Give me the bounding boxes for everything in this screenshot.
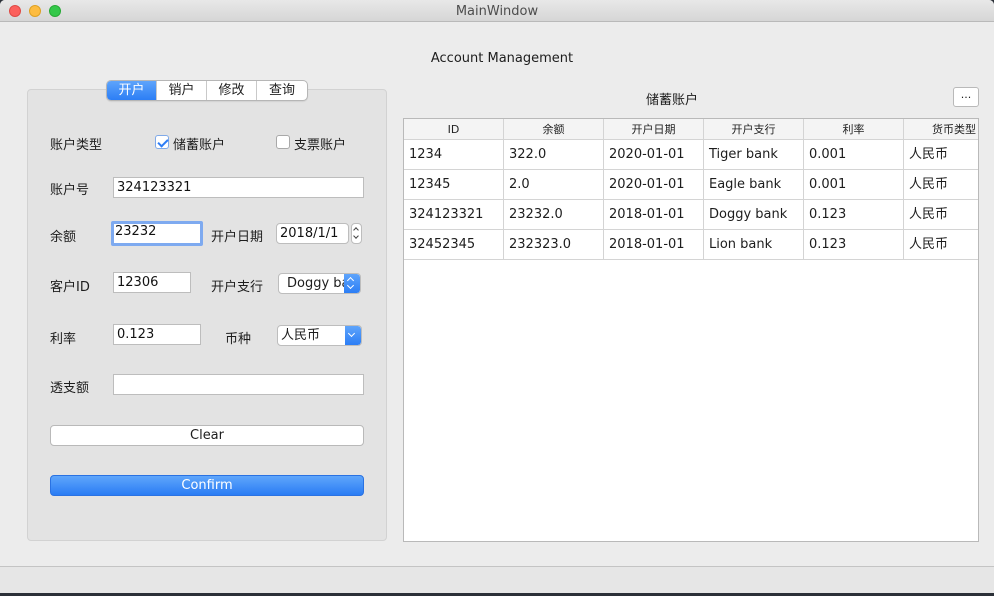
tab-modify[interactable]: 修改 [207,81,257,100]
table-cell[interactable]: Tiger bank [704,140,804,169]
tab-open-account[interactable]: 开户 [107,81,157,100]
chevron-down-icon [345,326,361,345]
account-type-label: 账户类型 [50,138,103,153]
table-row[interactable]: 32452345 232323.0 2018-01-01 Lion bank 0… [404,230,978,260]
more-button[interactable]: ... [953,87,979,107]
table-cell[interactable]: 2018-01-01 [604,230,704,259]
balance-label: 余额 [50,230,77,245]
table-title: 储蓄账户 [646,93,699,108]
savings-checkbox-label[interactable]: 储蓄账户 [173,134,225,153]
checking-checkbox[interactable] [276,135,290,149]
clear-button[interactable]: Clear [50,425,364,446]
form-panel [27,89,387,541]
table-cell[interactable]: 0.123 [804,200,904,229]
accounts-table[interactable]: ID 余额 开户日期 开户支行 利率 货币类型 1234 322.0 2020-… [403,118,979,542]
account-number-label: 账户号 [50,183,90,198]
confirm-button[interactable]: Confirm [50,475,364,496]
table-cell[interactable]: Eagle bank [704,170,804,199]
account-number-input[interactable]: 324123321 [113,177,364,198]
table-cell[interactable]: 人民币 [904,170,978,199]
currency-select[interactable]: 人民币 [277,325,362,346]
table-row[interactable]: 324123321 23232.0 2018-01-01 Doggy bank … [404,200,978,230]
overdraft-label: 透支额 [50,381,90,396]
column-header-rate[interactable]: 利率 [804,119,904,139]
table-cell[interactable]: 324123321 [404,200,504,229]
table-cell[interactable]: 人民币 [904,140,978,169]
table-cell[interactable]: 0.001 [804,170,904,199]
status-bar [0,566,994,593]
tab-query[interactable]: 查询 [257,81,307,100]
branch-select[interactable]: Doggy ba [278,273,361,294]
overdraft-input[interactable] [113,374,364,395]
column-header-open-date[interactable]: 开户日期 [604,119,704,139]
table-cell[interactable]: 232323.0 [504,230,604,259]
checking-checkbox-label[interactable]: 支票账户 [294,134,346,153]
rate-input[interactable]: 0.123 [113,324,201,345]
branch-label: 开户支行 [211,280,264,295]
table-cell[interactable]: 0.001 [804,140,904,169]
window-title: MainWindow [455,4,539,19]
column-header-balance[interactable]: 余额 [504,119,604,139]
title-bar[interactable]: MainWindow [0,0,994,22]
table-row[interactable]: 12345 2.0 2020-01-01 Eagle bank 0.001 人民… [404,170,978,200]
table-cell[interactable]: 2.0 [504,170,604,199]
open-date-label: 开户日期 [211,230,264,245]
currency-select-value: 人民币 [281,328,321,343]
app-title: Account Management [430,51,574,66]
branch-select-value: Doggy ba [287,276,350,291]
table-cell[interactable]: 12345 [404,170,504,199]
tab-close-account[interactable]: 销户 [157,81,207,100]
table-cell[interactable]: 32452345 [404,230,504,259]
table-cell[interactable]: 2020-01-01 [604,140,704,169]
customer-id-label: 客户ID [50,280,90,295]
customer-id-input[interactable]: 12306 [113,272,191,293]
table-cell[interactable]: 2020-01-01 [604,170,704,199]
table-cell[interactable]: 2018-01-01 [604,200,704,229]
open-date-input[interactable]: 2018/1/1 [276,223,349,244]
currency-label: 币种 [225,332,252,347]
date-stepper-icon[interactable] [351,223,362,244]
table-row[interactable]: 1234 322.0 2020-01-01 Tiger bank 0.001 人… [404,140,978,170]
table-cell[interactable]: Doggy bank [704,200,804,229]
balance-input[interactable]: 23232 [111,221,203,246]
table-cell[interactable]: Lion bank [704,230,804,259]
table-cell[interactable]: 人民币 [904,230,978,259]
table-cell[interactable]: 322.0 [504,140,604,169]
column-header-branch[interactable]: 开户支行 [704,119,804,139]
table-cell[interactable]: 0.123 [804,230,904,259]
up-down-arrows-icon [344,274,360,293]
table-cell[interactable]: 人民币 [904,200,978,229]
tab-bar: 开户 销户 修改 查询 [106,80,308,101]
main-window: MainWindow Account Management 开户 销户 修改 查… [0,0,994,593]
table-cell[interactable]: 23232.0 [504,200,604,229]
table-body: 1234 322.0 2020-01-01 Tiger bank 0.001 人… [404,140,978,260]
column-header-currency[interactable]: 货币类型 [904,119,978,139]
table-header: ID 余额 开户日期 开户支行 利率 货币类型 [404,119,978,140]
savings-checkbox[interactable] [155,135,169,149]
rate-label: 利率 [50,332,77,347]
table-cell[interactable]: 1234 [404,140,504,169]
column-header-id[interactable]: ID [404,119,504,139]
